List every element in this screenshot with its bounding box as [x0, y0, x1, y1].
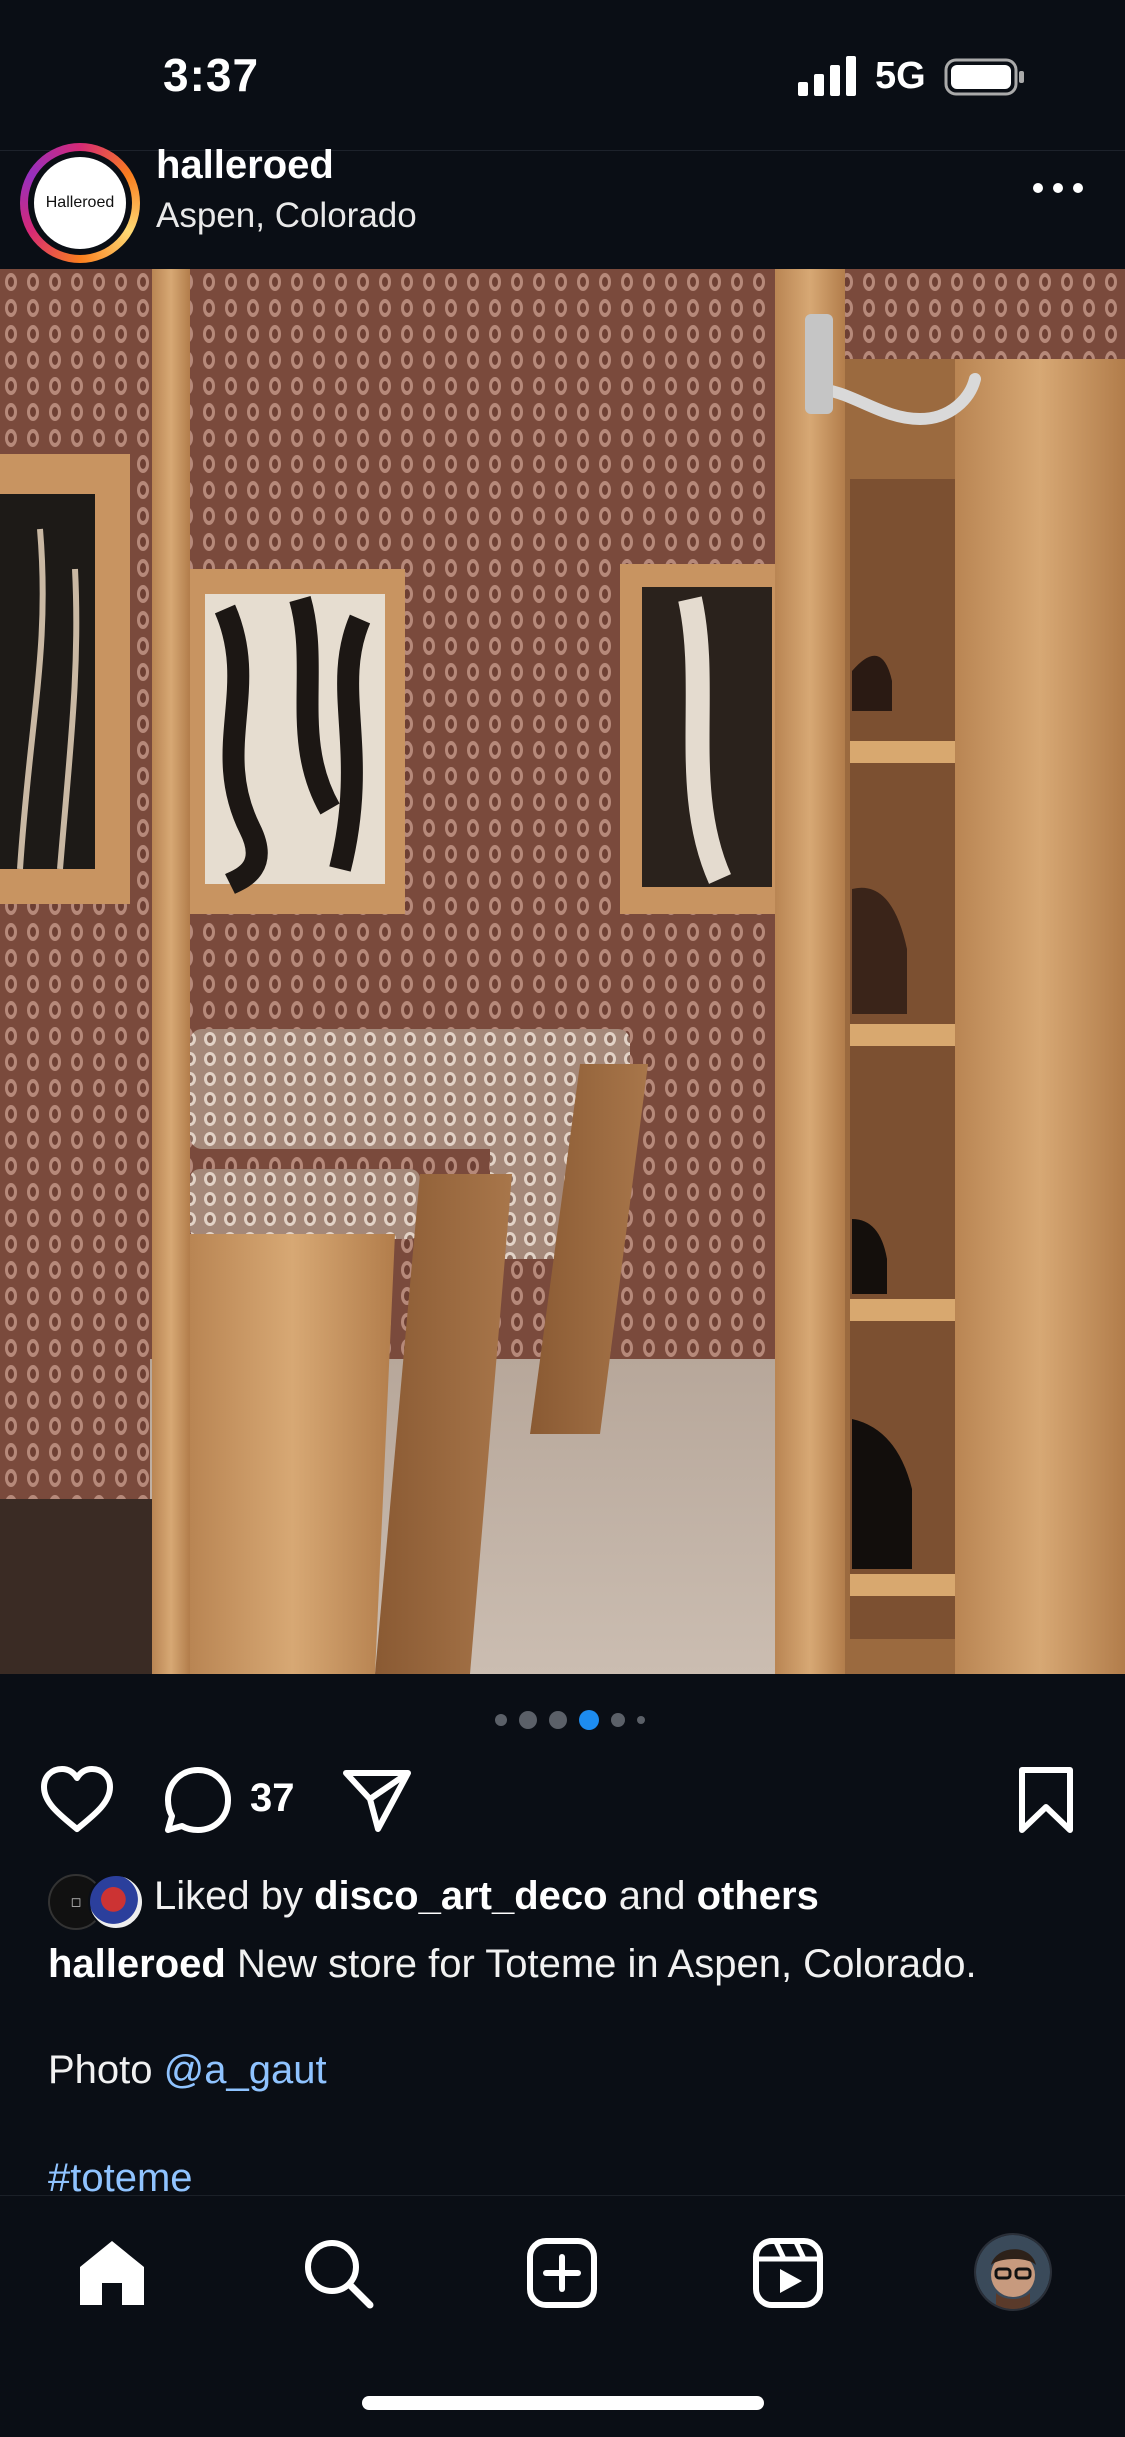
- plus-square-icon[interactable]: [524, 2235, 600, 2311]
- likes-others[interactable]: others: [697, 1874, 819, 1918]
- post-caption: halleroed New store for Toteme in Aspen,…: [48, 1940, 1098, 1988]
- carousel-dot: [637, 1716, 645, 1724]
- home-indicator: [362, 2396, 764, 2410]
- battery-icon: [944, 58, 1024, 96]
- comment-icon[interactable]: [163, 1765, 233, 1835]
- photo-credit: Photo @a_gaut: [48, 2048, 327, 2093]
- search-icon[interactable]: [300, 2235, 376, 2311]
- profile-photo: [976, 2235, 1050, 2309]
- photo-credit-label: Photo: [48, 2048, 153, 2092]
- caption-text: New store for Toteme in Aspen, Colorado.: [236, 1942, 977, 1986]
- carousel-dot: [519, 1711, 537, 1729]
- heart-icon[interactable]: [40, 1765, 114, 1835]
- bookmark-icon[interactable]: [1015, 1765, 1077, 1835]
- post-location[interactable]: Aspen, Colorado: [156, 196, 417, 236]
- post-photo[interactable]: [0, 269, 1125, 1674]
- avatar-logo-text: Halleroed: [45, 194, 115, 211]
- likes-prefix: Liked by: [154, 1874, 303, 1918]
- avatar[interactable]: Halleroed: [34, 157, 126, 249]
- store-interior-image: [0, 269, 1125, 1674]
- caption-username[interactable]: halleroed: [48, 1942, 226, 1986]
- mention-link[interactable]: @a_gaut: [164, 2048, 327, 2092]
- carousel-dot: [549, 1711, 567, 1729]
- post-username[interactable]: halleroed: [156, 143, 334, 188]
- more-horizontal-icon[interactable]: [1030, 180, 1086, 196]
- status-time: 3:37: [163, 49, 260, 101]
- profile-avatar[interactable]: [974, 2233, 1052, 2311]
- carousel-dot: [611, 1713, 625, 1727]
- home-icon[interactable]: [74, 2235, 150, 2311]
- likes-and: and: [618, 1874, 686, 1918]
- carousel-dot-active: [579, 1710, 599, 1730]
- network-type: 5G: [875, 55, 926, 97]
- carousel-indicator: [495, 1710, 645, 1730]
- reels-icon[interactable]: [750, 2235, 826, 2311]
- share-icon[interactable]: [340, 1765, 414, 1835]
- comment-count[interactable]: 37: [250, 1776, 295, 1821]
- likes-summary[interactable]: Liked by disco_art_deco and others: [154, 1874, 819, 1919]
- liker-avatar[interactable]: [88, 1874, 144, 1930]
- carousel-dot: [495, 1714, 507, 1726]
- cellular-signal-icon: [798, 56, 856, 96]
- liker-username[interactable]: disco_art_deco: [314, 1874, 607, 1918]
